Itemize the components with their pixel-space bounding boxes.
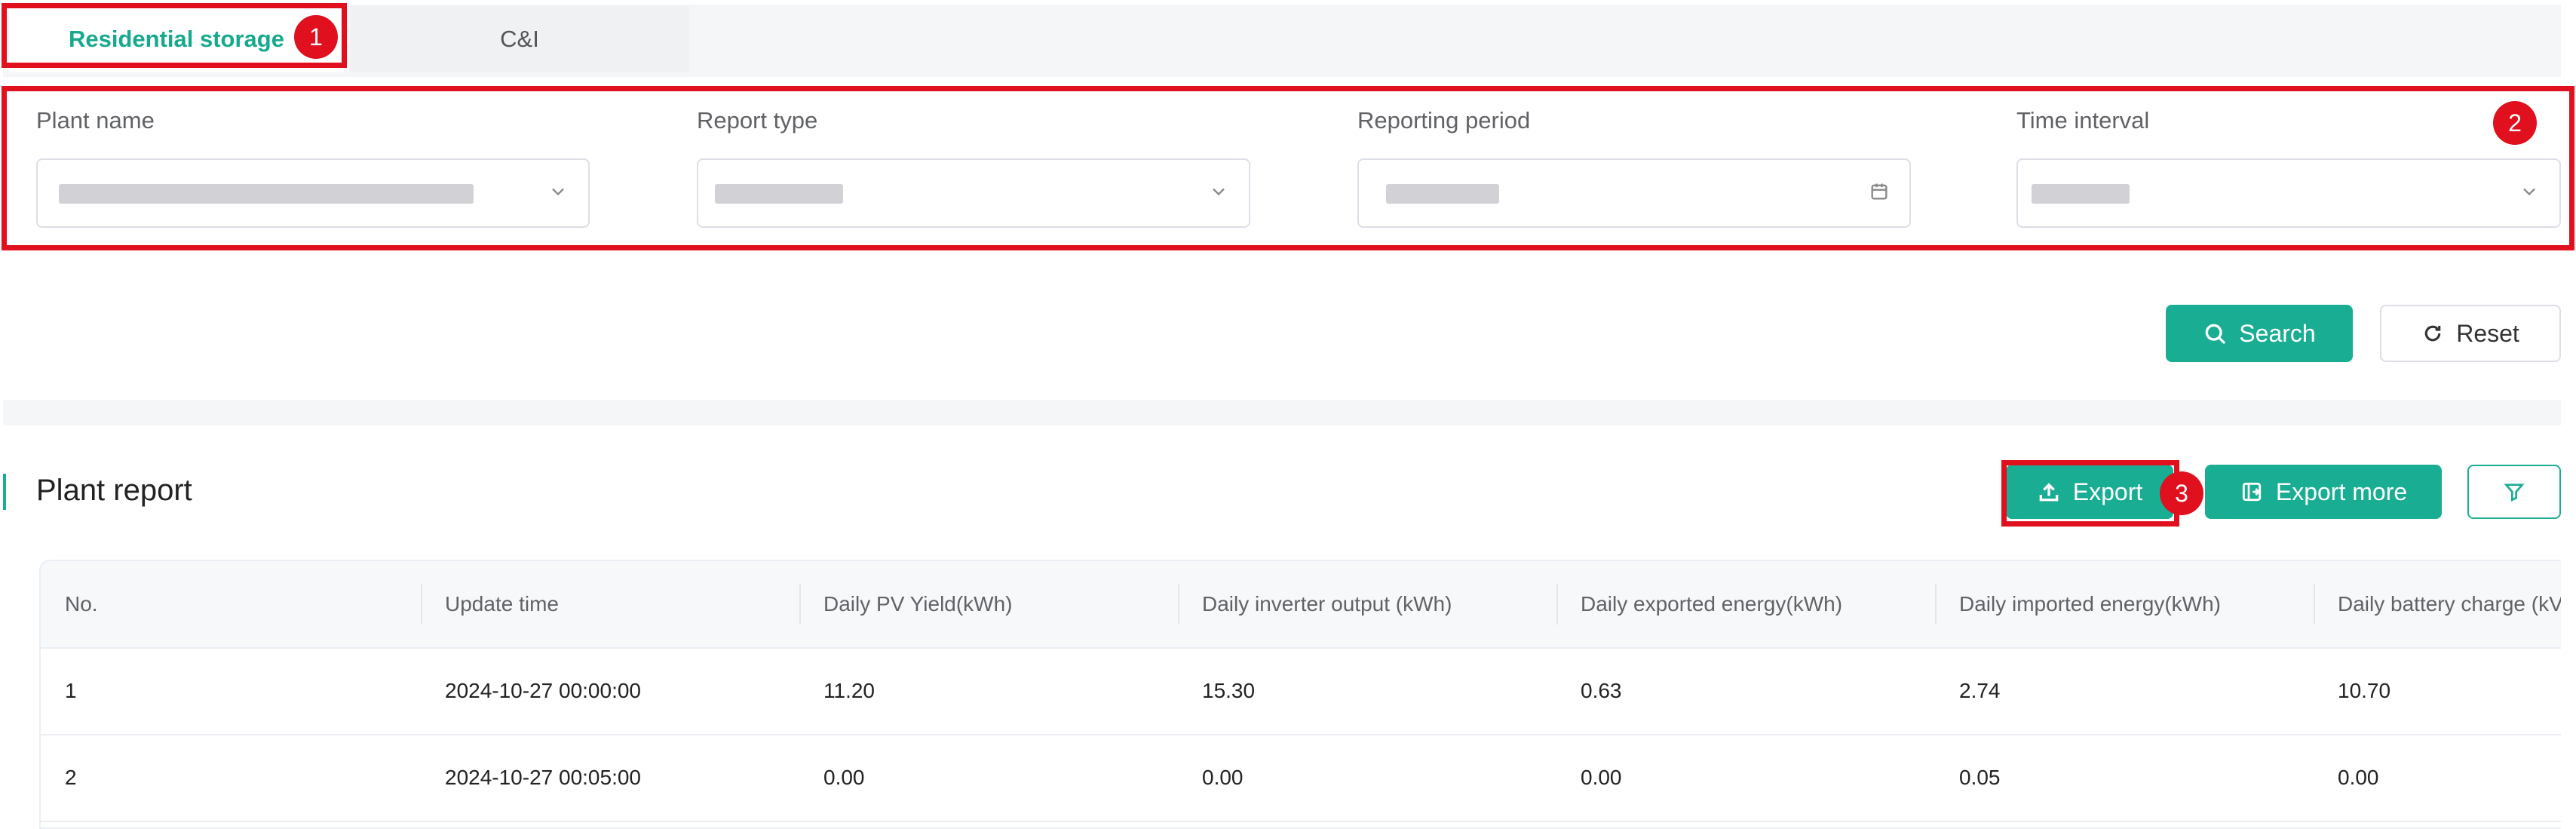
header-no: No. xyxy=(65,592,98,616)
search-button[interactable]: Search xyxy=(2166,305,2353,362)
table-header-row: No. Update time Daily PV Yield(kWh) Dail… xyxy=(41,561,2561,649)
search-icon xyxy=(2205,324,2225,344)
tab-ci[interactable]: C&I xyxy=(350,6,689,72)
cell-daily-imported-energy: 0.05 xyxy=(1959,765,2001,789)
cell-no: 2 xyxy=(65,765,77,789)
cell-daily-exported-energy: 0.00 xyxy=(1581,765,1622,789)
chevron-down-icon xyxy=(552,188,564,196)
export-more-button-label: Export more xyxy=(2275,477,2408,505)
export-more-icon xyxy=(2242,482,2261,502)
reset-button-label: Reset xyxy=(2456,319,2519,347)
cell-daily-battery-charge: 10.70 xyxy=(2338,678,2391,702)
cell-daily-pv-yield: 0.00 xyxy=(823,765,865,789)
time-interval-label: Time interval xyxy=(2016,107,2150,134)
refresh-icon xyxy=(2424,325,2441,342)
cell-daily-pv-yield: 11.20 xyxy=(823,678,875,702)
annotation-badge-1: 1 xyxy=(294,15,338,59)
section-divider xyxy=(3,400,2561,425)
chevron-down-icon xyxy=(1213,188,1225,196)
blurred-value xyxy=(1386,184,1499,204)
plant-name-select[interactable] xyxy=(36,158,590,228)
export-more-button[interactable]: Export more xyxy=(2205,465,2442,519)
chevron-down-icon xyxy=(2523,188,2535,196)
cell-daily-inverter-output: 15.30 xyxy=(1202,678,1256,702)
header-daily-pv-yield: Daily PV Yield(kWh) xyxy=(823,592,1013,616)
search-button-label: Search xyxy=(2239,319,2316,347)
annotation-badge-2: 2 xyxy=(2493,101,2537,145)
filter-icon xyxy=(2504,484,2525,502)
blurred-value xyxy=(715,184,843,204)
header-daily-battery-charge: Daily battery charge (kV xyxy=(2338,592,2561,616)
reporting-period-picker[interactable] xyxy=(1357,158,1911,228)
cell-daily-exported-energy: 0.63 xyxy=(1581,678,1622,702)
cell-update-time: 2024-10-27 00:00:00 xyxy=(445,678,641,702)
title-accent-bar xyxy=(3,474,6,510)
cell-no: 1 xyxy=(65,678,77,702)
table-row[interactable]: 2 2024-10-27 00:05:00 0.00 0.00 0.00 0.0… xyxy=(41,734,2561,822)
annotation-box-3 xyxy=(2001,460,2179,527)
cell-daily-imported-energy: 2.74 xyxy=(1959,678,2001,702)
annotation-badge-3: 3 xyxy=(2160,471,2203,515)
time-interval-select[interactable] xyxy=(2016,158,2561,228)
header-update-time: Update time xyxy=(445,592,559,616)
reset-button[interactable]: Reset xyxy=(2380,305,2561,362)
cell-daily-inverter-output: 0.00 xyxy=(1202,765,1244,789)
report-type-label: Report type xyxy=(697,107,818,134)
calendar-icon xyxy=(1871,183,1888,200)
blurred-value xyxy=(2032,184,2130,204)
blurred-value xyxy=(59,184,474,204)
header-daily-imported-energy: Daily imported energy(kWh) xyxy=(1959,592,2221,616)
column-filter-button[interactable] xyxy=(2467,465,2561,519)
table-row[interactable]: 1 2024-10-27 00:00:00 11.20 15.30 0.63 2… xyxy=(41,647,2561,735)
plant-name-label: Plant name xyxy=(36,107,155,134)
reporting-period-label: Reporting period xyxy=(1357,107,1531,134)
cell-update-time: 2024-10-27 00:05:00 xyxy=(445,765,641,789)
report-type-select[interactable] xyxy=(697,158,1250,228)
cell-daily-battery-charge: 0.00 xyxy=(2338,765,2379,789)
plant-report-table: No. Update time Daily PV Yield(kWh) Dail… xyxy=(39,560,2561,829)
plant-report-title: Plant report xyxy=(36,474,192,507)
header-daily-inverter-output: Daily inverter output (kWh) xyxy=(1202,592,1452,616)
header-daily-exported-energy: Daily exported energy(kWh) xyxy=(1581,592,1843,616)
